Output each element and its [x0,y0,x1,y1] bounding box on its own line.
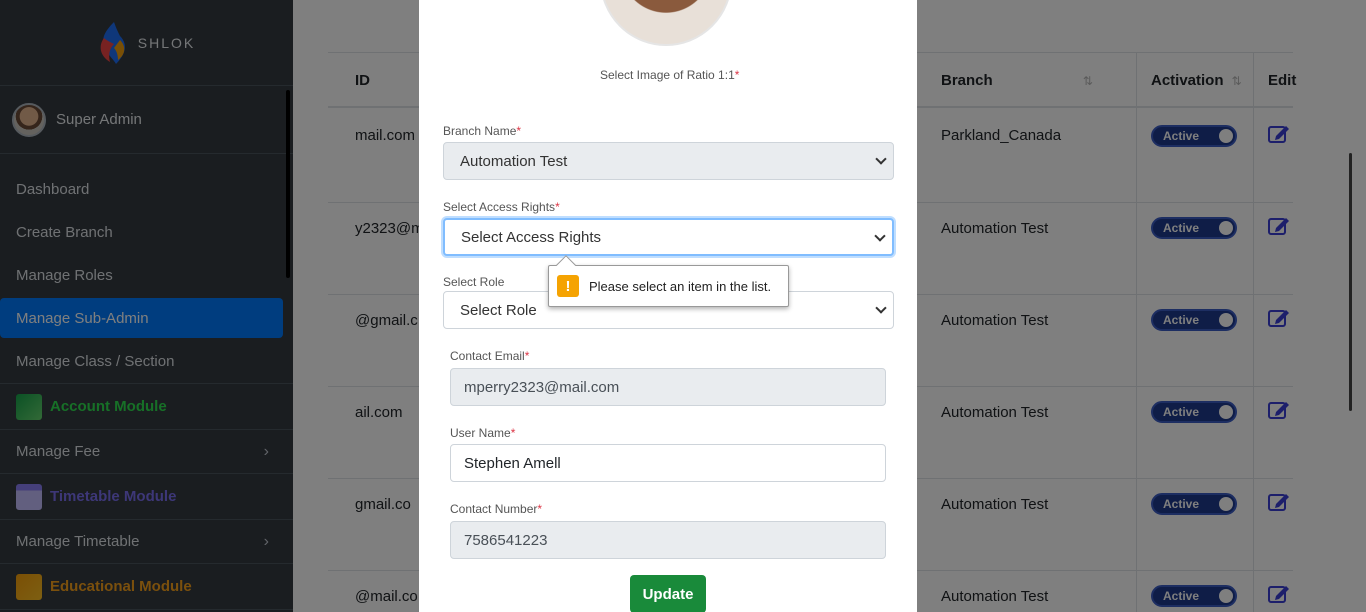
branch-name-label: Branch Name* [443,124,521,138]
contact-number-label: Contact Number* [450,502,542,516]
chevron-down-icon [875,153,887,165]
role-value: Select Role [460,301,537,319]
contact-number-field[interactable]: 7586541223 [450,521,886,559]
required-mark: * [555,200,560,214]
contact-email-label-text: Contact Email [450,349,525,363]
branch-name-label-text: Branch Name [443,124,517,138]
required-mark: * [537,502,543,516]
branch-name-select[interactable]: Automation Test [443,142,894,180]
user-name-label-text: User Name [450,426,511,440]
page-scrollbar[interactable] [1349,153,1352,411]
access-rights-select[interactable]: Select Access Rights [443,218,894,256]
contact-email-field[interactable]: mperry2323@mail.com [450,368,886,406]
required-mark: * [734,68,740,82]
access-rights-value: Select Access Rights [461,228,602,246]
required-mark: * [524,349,530,363]
user-name-field[interactable]: Stephen Amell [450,444,886,482]
contact-email-label: Contact Email* [450,349,529,363]
access-rights-label: Select Access Rights* [443,200,560,214]
user-name-label: User Name* [450,426,515,440]
tooltip-text: Please select an item in the list. [589,278,772,294]
photo-caption: Select Image of Ratio 1:1* [600,68,739,82]
update-button[interactable]: Update [630,575,706,612]
chevron-down-icon [875,302,887,314]
branch-name-value: Automation Test [460,152,568,170]
chevron-down-icon [874,230,886,242]
required-mark: * [516,124,522,138]
access-rights-label-text: Select Access Rights [443,200,556,214]
contact-number-label-text: Contact Number [450,502,538,516]
photo-caption-text: Select Image of Ratio 1:1 [600,68,735,82]
warning-icon: ! [557,275,579,297]
required-mark: * [510,426,516,440]
validation-tooltip: ! Please select an item in the list. [548,255,789,307]
role-label: Select Role [443,275,505,289]
